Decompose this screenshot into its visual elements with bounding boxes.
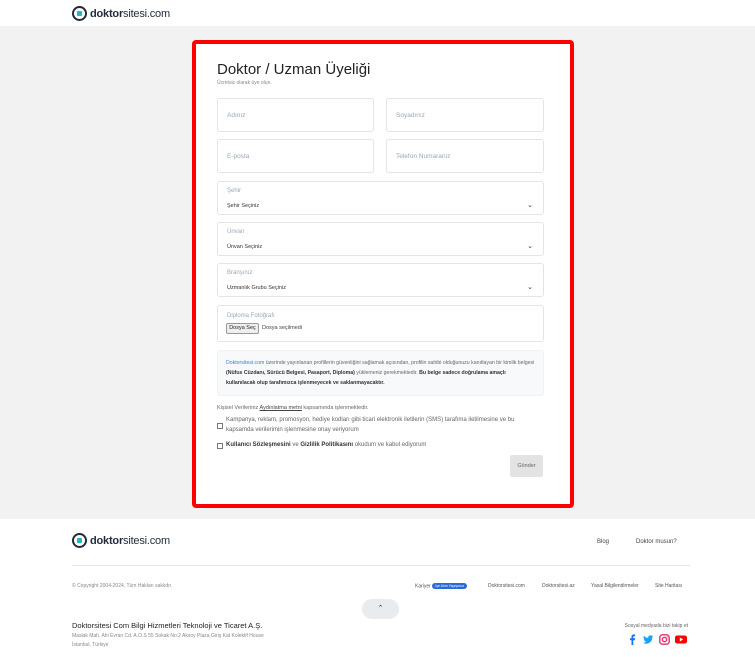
notice-text-2: yüklemeniz gerekmektedir. — [354, 370, 420, 376]
address-line-1: Maslak Mah. Ahi Evran Cd. A.O.S 55 Sokak… — [72, 633, 264, 639]
chevron-down-icon: ⌄ — [527, 243, 533, 250]
name-placeholder: Adınız — [227, 112, 246, 119]
phone-placeholder: Telefon Numaranız — [396, 153, 451, 160]
terms-end: okudum ve kabul ediyorum — [353, 442, 427, 448]
footer-link-sitemap[interactable]: Site Haritası — [655, 583, 682, 589]
social-title: Sosyal medyada bizi takip et — [624, 623, 688, 629]
notice-bold-1: (Nüfus Cüzdanı, Sürücü Belgesi, Pasaport… — [226, 370, 355, 376]
diploma-upload: Diploma Fotoğrafı — [217, 305, 544, 342]
top-bar: doktorsitesi.com — [0, 0, 755, 26]
copyright: © Copyright 2004-2024, Tüm Hakları saklı… — [72, 583, 173, 589]
notice-text-1: üzerinde yayınlanan profillerin güvenliğ… — [264, 360, 535, 366]
city-select[interactable]: Şehir Şehir Seçiniz ⌄ — [217, 181, 544, 215]
footer-nav-blog[interactable]: Blog — [597, 539, 609, 545]
branch-label: Branşınız — [227, 270, 253, 276]
sms-consent-text: Kampanya, reklam, promosyon, hediye kodl… — [226, 417, 515, 433]
kvkk-link[interactable]: Aydınlatma metni — [260, 405, 302, 411]
title-select[interactable]: Ünvan Ünvan Seçiniz ⌄ — [217, 222, 544, 256]
submit-button[interactable]: Gönder — [510, 455, 543, 477]
logo-rest-text: sitesi.com — [123, 7, 170, 20]
logo-rest-text: sitesi.com — [123, 534, 170, 547]
user-agreement-link[interactable]: Kullanıcı Sözleşmesini — [226, 442, 291, 448]
choose-file-button[interactable]: Dosya Seç — [226, 323, 259, 334]
phone-input[interactable]: Telefon Numaranız — [386, 139, 544, 173]
title-label: Ünvan — [227, 229, 245, 235]
terms-and: ve — [290, 442, 301, 448]
surname-placeholder: Soyadınız — [396, 112, 425, 119]
kariyer-label: Kariyer — [415, 583, 431, 590]
footer-nav-doctor[interactable]: Doktor musun? — [636, 539, 677, 545]
terms-consent-text: Kullanıcı Sözleşmesini ve Gizlilik Polit… — [226, 440, 542, 450]
facebook-icon[interactable] — [627, 634, 638, 645]
identity-notice: Doktorsitesi.com üzerinde yayınlanan pro… — [217, 350, 544, 396]
logo-icon — [72, 6, 87, 21]
youtube-icon[interactable] — [675, 634, 687, 645]
branch-select[interactable]: Branşınız Uzmanlık Grubu Seçiniz ⌄ — [217, 263, 544, 297]
email-placeholder: E-posta — [227, 153, 250, 160]
file-status: Dosya seçilmedi — [262, 325, 303, 331]
kvkk-prefix: Kişisel Verileriniz — [217, 405, 260, 411]
branch-value: Uzmanlık Grubu Seçiniz — [227, 285, 286, 291]
chevron-down-icon: ⌄ — [527, 202, 533, 209]
sms-consent-checkbox[interactable] — [217, 423, 223, 429]
city-label: Şehir — [227, 188, 242, 194]
address-line-2: İstanbul, Türkiye — [72, 642, 109, 648]
notice-site-link[interactable]: Doktorsitesi.com — [226, 360, 264, 366]
diploma-label: Diploma Fotoğrafı — [227, 313, 275, 319]
site-logo[interactable]: doktorsitesi.com — [72, 6, 170, 21]
logo-icon — [72, 533, 87, 548]
footer-logo[interactable]: doktorsitesi.com — [72, 533, 170, 548]
kvkk-suffix: kapsamında işlenmektedir. — [301, 405, 369, 411]
email-input[interactable]: E-posta — [217, 139, 374, 173]
city-value: Şehir Seçiniz — [227, 203, 260, 209]
chevron-down-icon: ⌄ — [527, 284, 533, 291]
page-subtitle: Ücretsiz olarak üye olun. — [217, 80, 272, 86]
page-title: Doktor / Uzman Üyeliği — [217, 61, 371, 78]
chevron-up-icon: ⌃ — [377, 605, 384, 612]
footer-link-az[interactable]: Doktorsitesi.az — [542, 583, 575, 589]
privacy-policy-link[interactable]: Gizlilik Politikasını — [300, 442, 353, 448]
kvkk-text: Kişisel Verileriniz Aydınlatma metni kap… — [217, 405, 369, 411]
footer-link-com[interactable]: Doktorsitesi.com — [488, 583, 525, 589]
company-name: Doktorsitesi Com Bilgi Hizmetleri Teknol… — [72, 621, 263, 630]
surname-input[interactable]: Soyadınız — [386, 98, 544, 132]
instagram-icon[interactable] — [659, 634, 670, 645]
logo-bold-text: doktor — [90, 534, 124, 547]
name-input[interactable]: Adınız — [217, 98, 374, 132]
footer-divider — [72, 565, 690, 566]
footer-link-legal[interactable]: Yasal Bilgilendirmeler — [591, 583, 639, 589]
twitter-icon[interactable] — [643, 634, 654, 645]
logo-bold-text: doktor — [90, 7, 124, 20]
footer-link-kariyer[interactable]: Kariyer İşe Alım Yapıyoruz — [415, 583, 468, 590]
hiring-badge: İşe Alım Yapıyoruz — [432, 583, 468, 589]
scroll-top-button[interactable]: ⌃ — [362, 599, 399, 619]
terms-consent-checkbox[interactable] — [217, 443, 223, 449]
title-value: Ünvan Seçiniz — [227, 244, 263, 250]
